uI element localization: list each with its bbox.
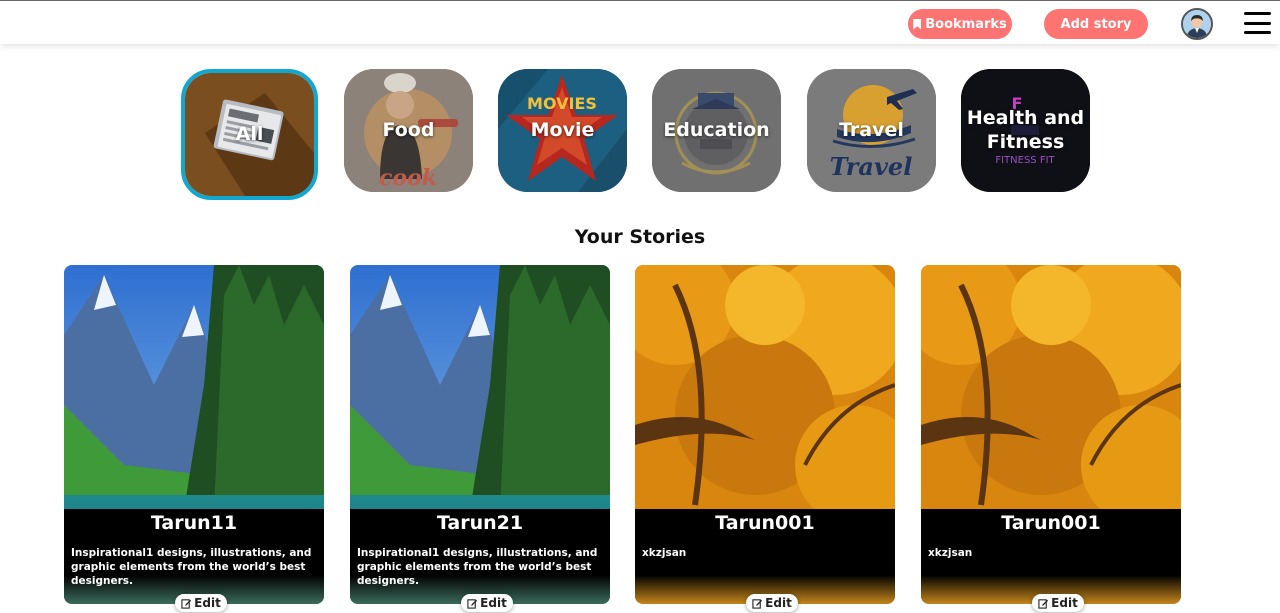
edit-button[interactable]: Edit [461, 594, 513, 612]
edit-icon [467, 598, 478, 609]
edit-label: Edit [480, 596, 507, 610]
story-description: Inspirational1 designs, illustrations, a… [71, 547, 312, 587]
category-travel[interactable]: Travel Travel [807, 69, 936, 192]
story-title: Tarun11 [150, 512, 238, 534]
story-title: Tarun001 [1001, 512, 1101, 534]
bookmarks-label: Bookmarks [925, 16, 1007, 32]
category-label: Movie [530, 118, 595, 141]
category-movie[interactable]: MOVIES Movie [498, 69, 627, 192]
svg-text:FITNESS FIT: FITNESS FIT [995, 155, 1055, 166]
svg-text:MOVIES: MOVIES [527, 94, 597, 113]
story-description: xkzjsan [928, 547, 973, 559]
edit-button[interactable]: Edit [746, 594, 798, 612]
edit-label: Edit [765, 596, 792, 610]
section-title: Your Stories [574, 226, 706, 248]
category-all[interactable]: All [181, 69, 318, 200]
category-label: Education [663, 118, 770, 141]
category-label: All [235, 122, 264, 145]
edit-icon [752, 598, 763, 609]
story-card[interactable]: Tarun21 Inspirational1 designs, illustra… [350, 265, 610, 604]
svg-text:cook: cook [379, 165, 437, 191]
edit-button[interactable]: Edit [1032, 594, 1084, 612]
add-story-label: Add story [1060, 16, 1132, 32]
edit-icon [181, 598, 192, 609]
category-label: Food [382, 118, 435, 141]
story-title: Tarun21 [436, 512, 524, 534]
story-card[interactable]: Tarun001 xkzjsan [635, 265, 895, 604]
category-label: Health and Fitness [966, 106, 1085, 153]
edit-label: Edit [194, 596, 221, 610]
edit-icon [1038, 598, 1049, 609]
hamburger-menu-icon[interactable] [1244, 12, 1271, 34]
edit-button[interactable]: Edit [175, 594, 227, 612]
user-avatar-icon [1183, 10, 1211, 38]
story-card[interactable]: Tarun11 Inspirational1 designs, illustra… [64, 265, 324, 604]
story-description: Inspirational1 designs, illustrations, a… [357, 547, 598, 587]
story-card[interactable]: Tarun001 xkzjsan [921, 265, 1181, 604]
bookmarks-button[interactable]: Bookmarks [908, 9, 1012, 39]
top-navbar: Bookmarks Add story [0, 0, 1280, 44]
edit-label: Edit [1051, 596, 1078, 610]
bookmark-icon [913, 18, 922, 30]
category-health-and-fitness[interactable]: F FITNESS FIT Health and Fitness [961, 69, 1090, 192]
category-label: Travel [839, 118, 904, 141]
add-story-button[interactable]: Add story [1044, 9, 1148, 39]
category-food[interactable]: cook Food [344, 69, 473, 192]
story-title: Tarun001 [715, 512, 815, 534]
story-description: xkzjsan [642, 547, 687, 559]
svg-text:Travel: Travel [830, 152, 913, 181]
category-education[interactable]: Education [652, 69, 781, 192]
avatar[interactable] [1181, 8, 1213, 40]
